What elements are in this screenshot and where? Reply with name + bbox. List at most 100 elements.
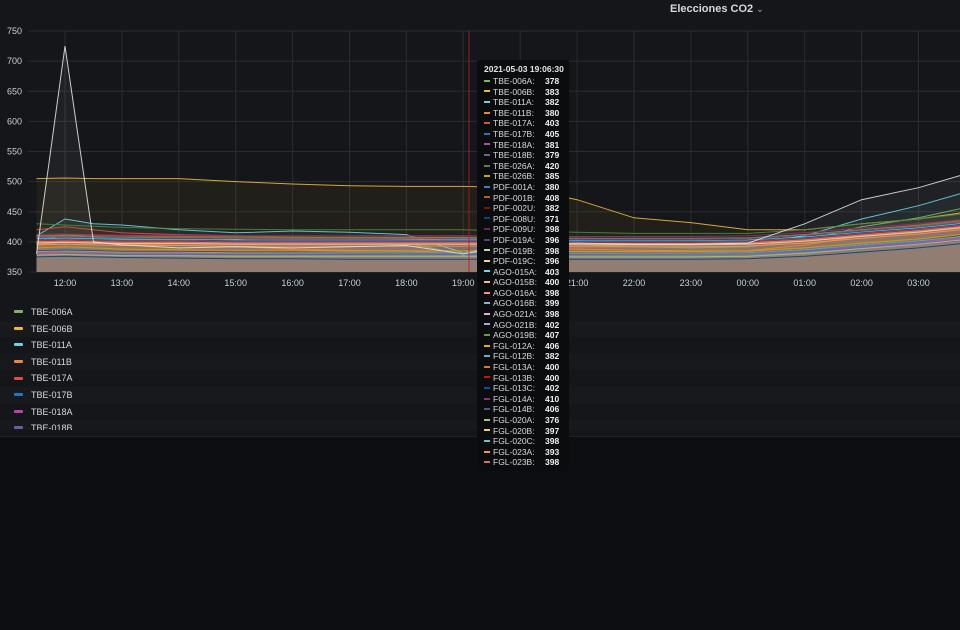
tooltip-series-name: FGL-013B: [493, 372, 535, 383]
tooltip-series-name: FGL-014B: [493, 404, 535, 415]
legend-color-swatch [14, 393, 23, 397]
legend-label: TBE-011A [31, 340, 72, 351]
tooltip-color-swatch [484, 122, 490, 125]
tooltip-series-value: 378 [545, 76, 560, 86]
tooltip-series-name: AGO-021A: [493, 309, 537, 320]
y-tick-label: 550 [7, 147, 22, 157]
tooltip-series-value: 420 [545, 160, 560, 171]
tooltip-series-value: 402 [545, 383, 560, 394]
tooltip-series-name: FGL-013C: [493, 383, 536, 394]
tooltip-color-swatch [484, 376, 490, 379]
tooltip-series-name: AGO-019B: [493, 330, 537, 341]
tooltip-series-name: TBE-006A: [493, 76, 535, 86]
legend-color-swatch [14, 310, 23, 314]
y-tick-label: 600 [7, 116, 22, 126]
tooltip-rows: TBE-006A: 378 TBE-006B: 383 TBE-011A: 382 TBE-… [477, 76, 569, 468]
tooltip-row: FGL-013B: 400 [477, 373, 569, 384]
tooltip-row: TBE-018B: 379 [477, 150, 569, 161]
tooltip-color-swatch [484, 302, 490, 305]
tooltip-series-name: FGL-023A: [493, 446, 535, 457]
tooltip-row: PDF-008U: 371 [477, 214, 569, 225]
tooltip-series-name: FGL-020C: [493, 436, 536, 447]
tooltip-color-swatch [484, 238, 490, 241]
tooltip-row: AGO-021A: 398 [477, 309, 569, 320]
y-tick-label: 450 [7, 207, 22, 217]
tooltip-row: AGO-016B: 399 [477, 298, 569, 309]
tooltip-row: FGL-012B: 382 [477, 351, 569, 362]
tooltip-color-swatch [484, 185, 490, 188]
tooltip-series-name: FGL-014A: [493, 393, 535, 404]
tooltip-series-value: 396 [545, 234, 560, 245]
legend-color-swatch [14, 426, 23, 430]
tooltip-series-value: 376 [545, 415, 560, 425]
legend-color-swatch [14, 359, 23, 363]
tooltip-series-name: PDF-001A: [493, 181, 536, 192]
tooltip-color-swatch [484, 344, 490, 347]
hover-tooltip: 2021-05-03 19:06:30 TBE-006A: 378 TBE-006B… [477, 60, 569, 471]
tooltip-color-swatch [484, 228, 490, 231]
legend-color-swatch [14, 326, 23, 330]
tooltip-row: TBE-026A: 420 [477, 161, 569, 172]
y-axis: 350 400 450 500 550 600 650 700 750 [7, 26, 22, 277]
tooltip-series-name: FGL-020A: [493, 415, 535, 425]
tooltip-row: TBE-026B: 385 [477, 171, 569, 182]
tooltip-row: PDF-009U: 398 [477, 224, 569, 235]
tooltip-series-value: 408 [545, 192, 560, 203]
tooltip-color-swatch [484, 355, 490, 358]
tooltip-series-name: AGO-016A: [493, 287, 537, 298]
tooltip-series-value: 396 [545, 256, 560, 267]
tooltip-series-value: 398 [545, 457, 560, 468]
tooltip-row: FGL-013C: 402 [477, 383, 569, 394]
legend-label: TBE-006B [31, 323, 73, 334]
x-tick-label: 13:00 [111, 278, 134, 288]
tooltip-series-value: 400 [545, 362, 560, 373]
legend-label: TBE-011B [31, 356, 72, 367]
tooltip-series-value: 403 [545, 266, 560, 277]
x-tick-label: 02:00 [850, 278, 873, 288]
tooltip-color-swatch [484, 111, 490, 114]
x-tick-label: 03:00 [907, 278, 930, 288]
tooltip-row: FGL-023B: 398 [477, 457, 569, 468]
tooltip-series-name: TBE-018B: [493, 150, 535, 161]
tooltip-row: AGO-015B: 400 [477, 277, 569, 288]
y-tick-label: 700 [7, 56, 22, 66]
tooltip-series-value: 380 [545, 107, 560, 118]
tooltip-series-value: 400 [545, 372, 560, 383]
x-tick-label: 12:00 [54, 278, 77, 288]
tooltip-row: FGL-020B: 397 [477, 426, 569, 437]
y-tick-label: 750 [7, 26, 22, 36]
tooltip-row: PDF-019C: 396 [477, 256, 569, 267]
legend-label: TBE-017B [31, 389, 73, 400]
tooltip-series-name: TBE-018A: [493, 139, 535, 150]
x-tick-label: 15:00 [224, 278, 247, 288]
tooltip-series-name: PDF-019A: [493, 234, 536, 245]
tooltip-series-value: 407 [545, 330, 560, 341]
tooltip-series-name: TBE-017B: [493, 128, 535, 139]
tooltip-color-swatch [484, 206, 490, 209]
tooltip-row: AGO-016A: 398 [477, 288, 569, 299]
tooltip-series-name: AGO-015A: [493, 266, 537, 277]
tooltip-row: FGL-014A: 410 [477, 394, 569, 405]
tooltip-series-name: TBE-017A: [493, 118, 535, 129]
tooltip-series-value: 399 [545, 298, 560, 309]
tooltip-row: TBE-017B: 405 [477, 129, 569, 140]
tooltip-series-name: AGO-021B: [493, 319, 537, 330]
tooltip-series-name: AGO-015B: [493, 277, 537, 288]
tooltip-series-name: PDF-019B: [493, 245, 536, 256]
tooltip-color-swatch [484, 461, 490, 464]
tooltip-row: PDF-019B: 398 [477, 246, 569, 257]
tooltip-series-value: 402 [545, 319, 560, 330]
tooltip-series-value: 393 [545, 446, 560, 457]
tooltip-row: TBE-006A: 378 [477, 76, 569, 87]
tooltip-series-value: 403 [545, 118, 560, 129]
tooltip-series-value: 397 [545, 425, 560, 436]
tooltip-series-value: 406 [545, 340, 560, 351]
x-tick-label: 23:00 [680, 278, 703, 288]
tooltip-row: FGL-013A: 400 [477, 362, 569, 373]
tooltip-series-name: PDF-001B: [493, 192, 536, 203]
x-tick-label: 22:00 [623, 278, 646, 288]
tooltip-row: TBE-011A: 382 [477, 97, 569, 108]
y-tick-label: 350 [7, 267, 22, 277]
tooltip-series-value: 371 [545, 213, 560, 224]
legend-label: TBE-006A [31, 307, 73, 317]
